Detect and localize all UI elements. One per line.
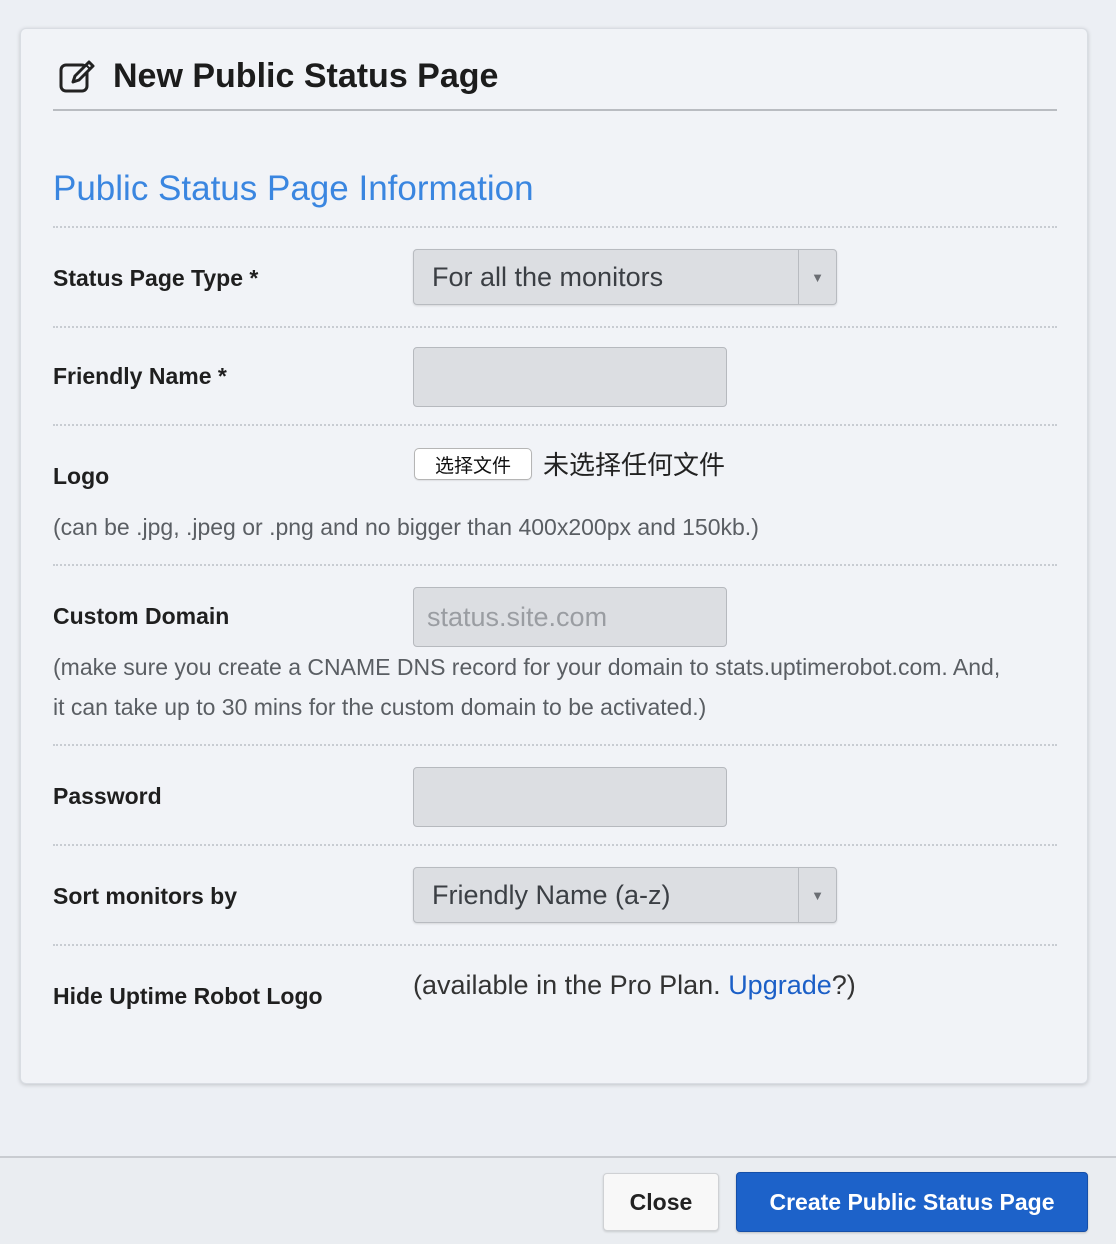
custom-domain-input[interactable] xyxy=(413,587,727,647)
divider xyxy=(53,844,1057,846)
status-page-type-select[interactable]: For all the monitors ▼ xyxy=(413,249,837,305)
custom-domain-hint-line2: it can take up to 30 mins for the custom… xyxy=(53,694,707,720)
modal-header: New Public Status Page xyxy=(53,49,1057,111)
hide-logo-label: Hide Uptime Robot Logo xyxy=(53,983,323,1009)
sort-monitors-select[interactable]: Friendly Name (a-z) ▼ xyxy=(413,867,837,923)
password-input[interactable] xyxy=(413,767,727,827)
custom-domain-label: Custom Domain xyxy=(53,603,230,629)
logo-label: Logo xyxy=(53,463,110,489)
file-status-text: 未选择任何文件 xyxy=(543,450,726,480)
friendly-name-input[interactable] xyxy=(413,347,727,407)
pro-plan-note: (available in the Pro Plan. Upgrade?) xyxy=(413,970,856,1001)
friendly-name-label: Friendly Name * xyxy=(53,363,227,389)
divider xyxy=(53,564,1057,566)
modal-footer: Close Create Public Status Page xyxy=(0,1156,1116,1244)
edit-icon xyxy=(59,60,95,93)
close-button[interactable]: Close xyxy=(603,1173,719,1231)
status-page-type-value: For all the monitors xyxy=(432,261,664,292)
choose-file-button[interactable]: 选择文件 xyxy=(414,448,532,480)
chevron-down-icon: ▼ xyxy=(798,868,836,922)
upgrade-link[interactable]: Upgrade xyxy=(728,970,832,1000)
pro-note-suffix: ?) xyxy=(831,970,856,1000)
divider xyxy=(53,424,1057,426)
password-label: Password xyxy=(53,783,162,809)
divider xyxy=(53,326,1057,328)
modal-title: New Public Status Page xyxy=(113,56,499,95)
divider xyxy=(53,744,1057,746)
divider xyxy=(53,226,1057,228)
section-title: Public Status Page Information xyxy=(53,169,534,208)
chevron-down-icon: ▼ xyxy=(798,250,836,304)
sort-monitors-value: Friendly Name (a-z) xyxy=(432,879,671,910)
divider xyxy=(53,944,1057,946)
pro-note-prefix: (available in the Pro Plan. xyxy=(413,970,729,1000)
custom-domain-hint-line1: (make sure you create a CNAME DNS record… xyxy=(53,654,1001,680)
status-page-type-label: Status Page Type * xyxy=(53,265,259,291)
create-status-page-button[interactable]: Create Public Status Page xyxy=(736,1172,1088,1232)
sort-monitors-label: Sort monitors by xyxy=(53,883,238,909)
logo-hint: (can be .jpg, .jpeg or .png and no bigge… xyxy=(53,514,759,540)
status-page-form-panel: New Public Status Page Public Status Pag… xyxy=(20,28,1088,1084)
